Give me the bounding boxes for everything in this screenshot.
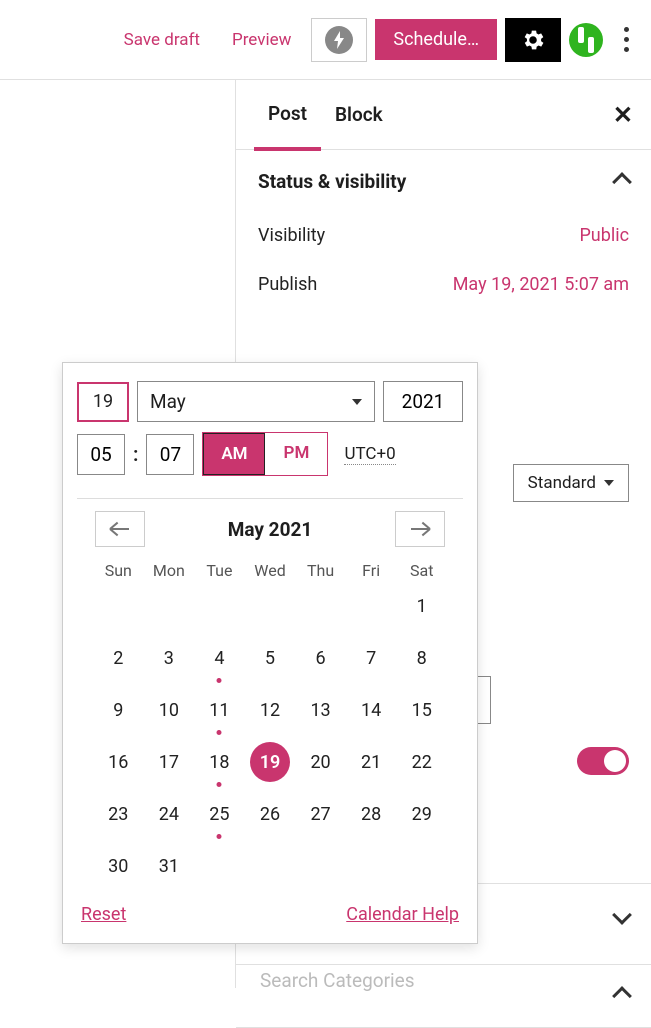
next-month-button[interactable]	[395, 511, 445, 547]
day-input[interactable]	[77, 382, 129, 422]
calendar-day[interactable]: 24	[144, 794, 195, 834]
chevron-down-icon	[352, 399, 362, 405]
arrow-left-icon	[111, 528, 129, 530]
calendar-day[interactable]: 7	[346, 638, 397, 678]
calendar-day[interactable]: 20	[295, 742, 346, 782]
calendar-day[interactable]: 4	[194, 638, 245, 678]
chevron-up-icon	[612, 986, 632, 1006]
calendar-day[interactable]: 5	[245, 638, 296, 678]
jetpack-icon[interactable]	[569, 23, 603, 57]
arrow-right-icon	[411, 528, 429, 530]
lightning-icon	[325, 26, 353, 54]
chevron-up-icon[interactable]	[612, 172, 632, 192]
calendar-day[interactable]: 12	[245, 690, 296, 730]
calendar-help-link[interactable]: Calendar Help	[346, 904, 459, 925]
calendar-day[interactable]: 11	[194, 690, 245, 730]
publish-value[interactable]: May 19, 2021 5:07 am	[453, 274, 629, 295]
hour-input[interactable]	[77, 434, 125, 475]
chevron-down-icon	[612, 905, 632, 925]
calendar-day[interactable]: 3	[144, 638, 195, 678]
more-options-button[interactable]	[611, 27, 641, 52]
divider	[77, 498, 463, 499]
weekday-label: Sat	[396, 561, 447, 580]
calendar-day[interactable]: 9	[93, 690, 144, 730]
schedule-datepicker: May : AM PM UTC+0 May 2021 SunMonTueWedT…	[62, 362, 478, 944]
calendar-day[interactable]: 15	[396, 690, 447, 730]
editor-toolbar: Save draft Preview Schedule…	[0, 0, 651, 80]
calendar-day[interactable]: 21	[346, 742, 397, 782]
calendar-day[interactable]: 31	[144, 846, 195, 886]
calendar-day[interactable]: 18	[194, 742, 245, 782]
calendar-day[interactable]: 26	[245, 794, 296, 834]
save-draft-button[interactable]: Save draft	[112, 24, 212, 56]
calendar-day[interactable]: 2	[93, 638, 144, 678]
calendar-day[interactable]: 23	[93, 794, 144, 834]
visibility-value[interactable]: Public	[579, 225, 629, 246]
weekday-header: SunMonTueWedThuFriSat	[77, 561, 463, 580]
sidebar-tabs: Post Block ✕	[236, 80, 651, 150]
calendar-day[interactable]: 13	[295, 690, 346, 730]
calendar-day[interactable]: 1	[396, 586, 447, 626]
calendar-day[interactable]: 16	[93, 742, 144, 782]
weekday-label: Thu	[295, 561, 346, 580]
preview-button[interactable]: Preview	[220, 24, 303, 56]
calendar-day[interactable]: 6	[295, 638, 346, 678]
schedule-button[interactable]: Schedule…	[375, 19, 497, 60]
weekday-label: Tue	[194, 561, 245, 580]
weekday-label: Mon	[144, 561, 195, 580]
calendar-day[interactable]: 22	[396, 742, 447, 782]
pm-button[interactable]: PM	[265, 433, 327, 475]
tab-block[interactable]: Block	[321, 81, 397, 148]
calendar-day[interactable]: 8	[396, 638, 447, 678]
month-value: May	[150, 390, 186, 413]
prev-month-button[interactable]	[95, 511, 145, 547]
calendar-grid: 1234567891011121314151617181920212223242…	[77, 580, 463, 896]
calendar-day[interactable]: 17	[144, 742, 195, 782]
ampm-toggle: AM PM	[202, 432, 328, 476]
calendar-day[interactable]: 29	[396, 794, 447, 834]
visibility-label: Visibility	[258, 225, 325, 246]
section-title: Status & visibility	[258, 170, 406, 193]
calendar-day[interactable]: 25	[194, 794, 245, 834]
calendar-day[interactable]: 30	[93, 846, 144, 886]
gear-icon	[520, 27, 546, 53]
close-sidebar-button[interactable]: ✕	[613, 101, 633, 129]
tab-post[interactable]: Post	[254, 80, 321, 151]
calendar-day[interactable]: 10	[144, 690, 195, 730]
timezone-label[interactable]: UTC+0	[344, 444, 395, 465]
search-categories-text: Search Categories	[260, 969, 415, 992]
calendar-day[interactable]: 27	[295, 794, 346, 834]
post-format-select[interactable]: Standard	[513, 464, 629, 502]
format-value: Standard	[528, 473, 596, 493]
amp-preview-button[interactable]	[311, 18, 367, 62]
publish-label: Publish	[258, 274, 317, 295]
status-visibility-section: Status & visibility Visibility Public Pu…	[236, 150, 651, 329]
settings-button[interactable]	[505, 18, 561, 62]
month-select[interactable]: May	[137, 381, 375, 422]
weekday-label: Sun	[93, 561, 144, 580]
calendar-day[interactable]: 14	[346, 690, 397, 730]
calendar-title: May 2021	[228, 518, 313, 541]
chevron-down-icon	[604, 480, 614, 486]
year-input[interactable]	[383, 381, 463, 422]
toggle-switch[interactable]	[577, 747, 629, 775]
minute-input[interactable]	[146, 434, 194, 475]
calendar-day[interactable]: 19	[250, 742, 290, 782]
reset-link[interactable]: Reset	[81, 904, 126, 925]
weekday-label: Fri	[346, 561, 397, 580]
time-colon: :	[133, 442, 138, 466]
calendar-day[interactable]: 28	[346, 794, 397, 834]
am-button[interactable]: AM	[203, 433, 265, 475]
weekday-label: Wed	[245, 561, 296, 580]
